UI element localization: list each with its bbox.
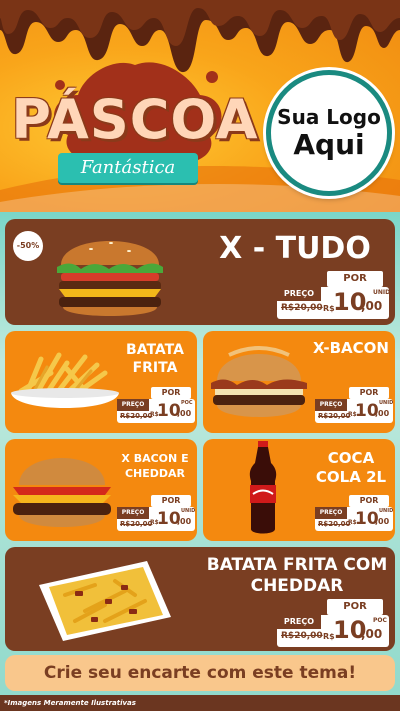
product-name: COCA COLA 2L	[315, 449, 387, 486]
product-name: BATATA FRITA COM CHEDDAR	[206, 555, 388, 596]
price-cents: ,00	[361, 299, 383, 313]
price-label: PREÇO	[277, 287, 321, 301]
price-por-label: POR	[151, 495, 191, 507]
product-card-batata-cheddar[interactable]: BATATA FRITA COM CHEDDAR POR PREÇO R$20,…	[5, 547, 395, 651]
bacon-burger-icon	[211, 346, 307, 417]
product-card-coca-cola[interactable]: COCA COLA 2L POR PREÇO R$20,00 R$ 10 ,00…	[203, 439, 395, 541]
price-label: PREÇO	[315, 507, 347, 519]
price-unit: UNID	[181, 508, 196, 514]
product-card-batata-frita[interactable]: BATATA FRITA POR PREÇO R$20,00 R$ 10 ,00…	[5, 331, 197, 433]
price-tag: POR PREÇO R$20,00 R$ 10 ,00 UNID	[277, 271, 391, 325]
old-price: R$20,00	[281, 303, 323, 313]
price-por-label: POR	[151, 387, 191, 399]
price-label: PREÇO	[277, 615, 321, 629]
cheddar-burger-icon	[13, 458, 111, 527]
header-banner: PÁSCOA Fantástica Sua Logo Aqui	[0, 0, 400, 212]
product-card-x-tudo[interactable]: -50% X - TUDO POR PREÇO R$20,00 R$ 10 ,0…	[5, 219, 395, 325]
price-cents: ,00	[177, 409, 192, 418]
price-label: PREÇO	[117, 507, 149, 519]
logo-text-line2: Aqui	[293, 128, 365, 161]
product-name: X - TUDO	[219, 231, 371, 266]
old-price: R$20,00	[318, 412, 351, 420]
logo-text-line1: Sua Logo	[277, 105, 381, 129]
product-card-x-bacon-cheddar[interactable]: X BACON E CHEDDAR POR PREÇO R$20,00 R$ 1…	[5, 439, 197, 541]
old-price: R$20,00	[120, 520, 153, 528]
disclaimer-text: *Imagens Meramente Ilustrativas	[0, 695, 400, 711]
price-cents: ,00	[375, 409, 390, 418]
old-price: R$20,00	[120, 412, 153, 420]
price-tag: POR PREÇO R$20,00 R$ 10 ,00 UNID	[315, 387, 393, 431]
price-por-label: POR	[349, 495, 389, 507]
page-title: PÁSCOA	[11, 88, 259, 151]
price-por-label: POR	[349, 387, 389, 399]
product-name: BATATA FRITA	[126, 342, 184, 376]
price-unit: POC	[181, 400, 193, 406]
fries-icon	[11, 352, 119, 408]
old-price: R$20,00	[318, 520, 351, 528]
price-label: PREÇO	[315, 399, 347, 411]
page-subtitle: Fantástica	[58, 153, 198, 183]
price-tag: POR PREÇO R$20,00 R$ 10 ,00 POC	[117, 387, 195, 431]
price-unit: POC	[373, 617, 387, 624]
price-label: PREÇO	[117, 399, 149, 411]
discount-badge: -50%	[13, 231, 43, 261]
product-card-x-bacon[interactable]: X-BACON POR PREÇO R$20,00 R$ 10 ,00 UNID	[203, 331, 395, 433]
price-por-label: POR	[327, 271, 383, 287]
price-tag: POR PREÇO R$20,00 R$ 10 ,00 UNID	[315, 495, 393, 539]
old-price: R$20,00	[281, 631, 323, 641]
burger-icon	[57, 241, 163, 316]
logo-placeholder[interactable]: Sua Logo Aqui	[266, 70, 392, 196]
price-tag: POR PREÇO R$20,00 R$ 10 ,00 UNID	[117, 495, 195, 539]
price-unit: UNID	[379, 508, 394, 514]
product-name: X BACON E CHEDDAR	[121, 452, 189, 480]
price-cents: ,00	[375, 517, 390, 526]
price-unit: UNID	[373, 289, 391, 296]
price-cents: ,00	[361, 627, 383, 641]
price-cents: ,00	[177, 517, 192, 526]
price-unit: UNID	[379, 400, 394, 406]
cheddar-fries-icon	[39, 561, 171, 641]
soda-bottle-icon	[249, 441, 277, 534]
product-name: X-BACON	[313, 339, 389, 357]
cta-banner[interactable]: Crie seu encarte com este tema!	[5, 655, 395, 691]
price-tag: POR PREÇO R$20,00 R$ 10 ,00 POC	[277, 599, 389, 651]
price-por-label: POR	[327, 599, 383, 615]
